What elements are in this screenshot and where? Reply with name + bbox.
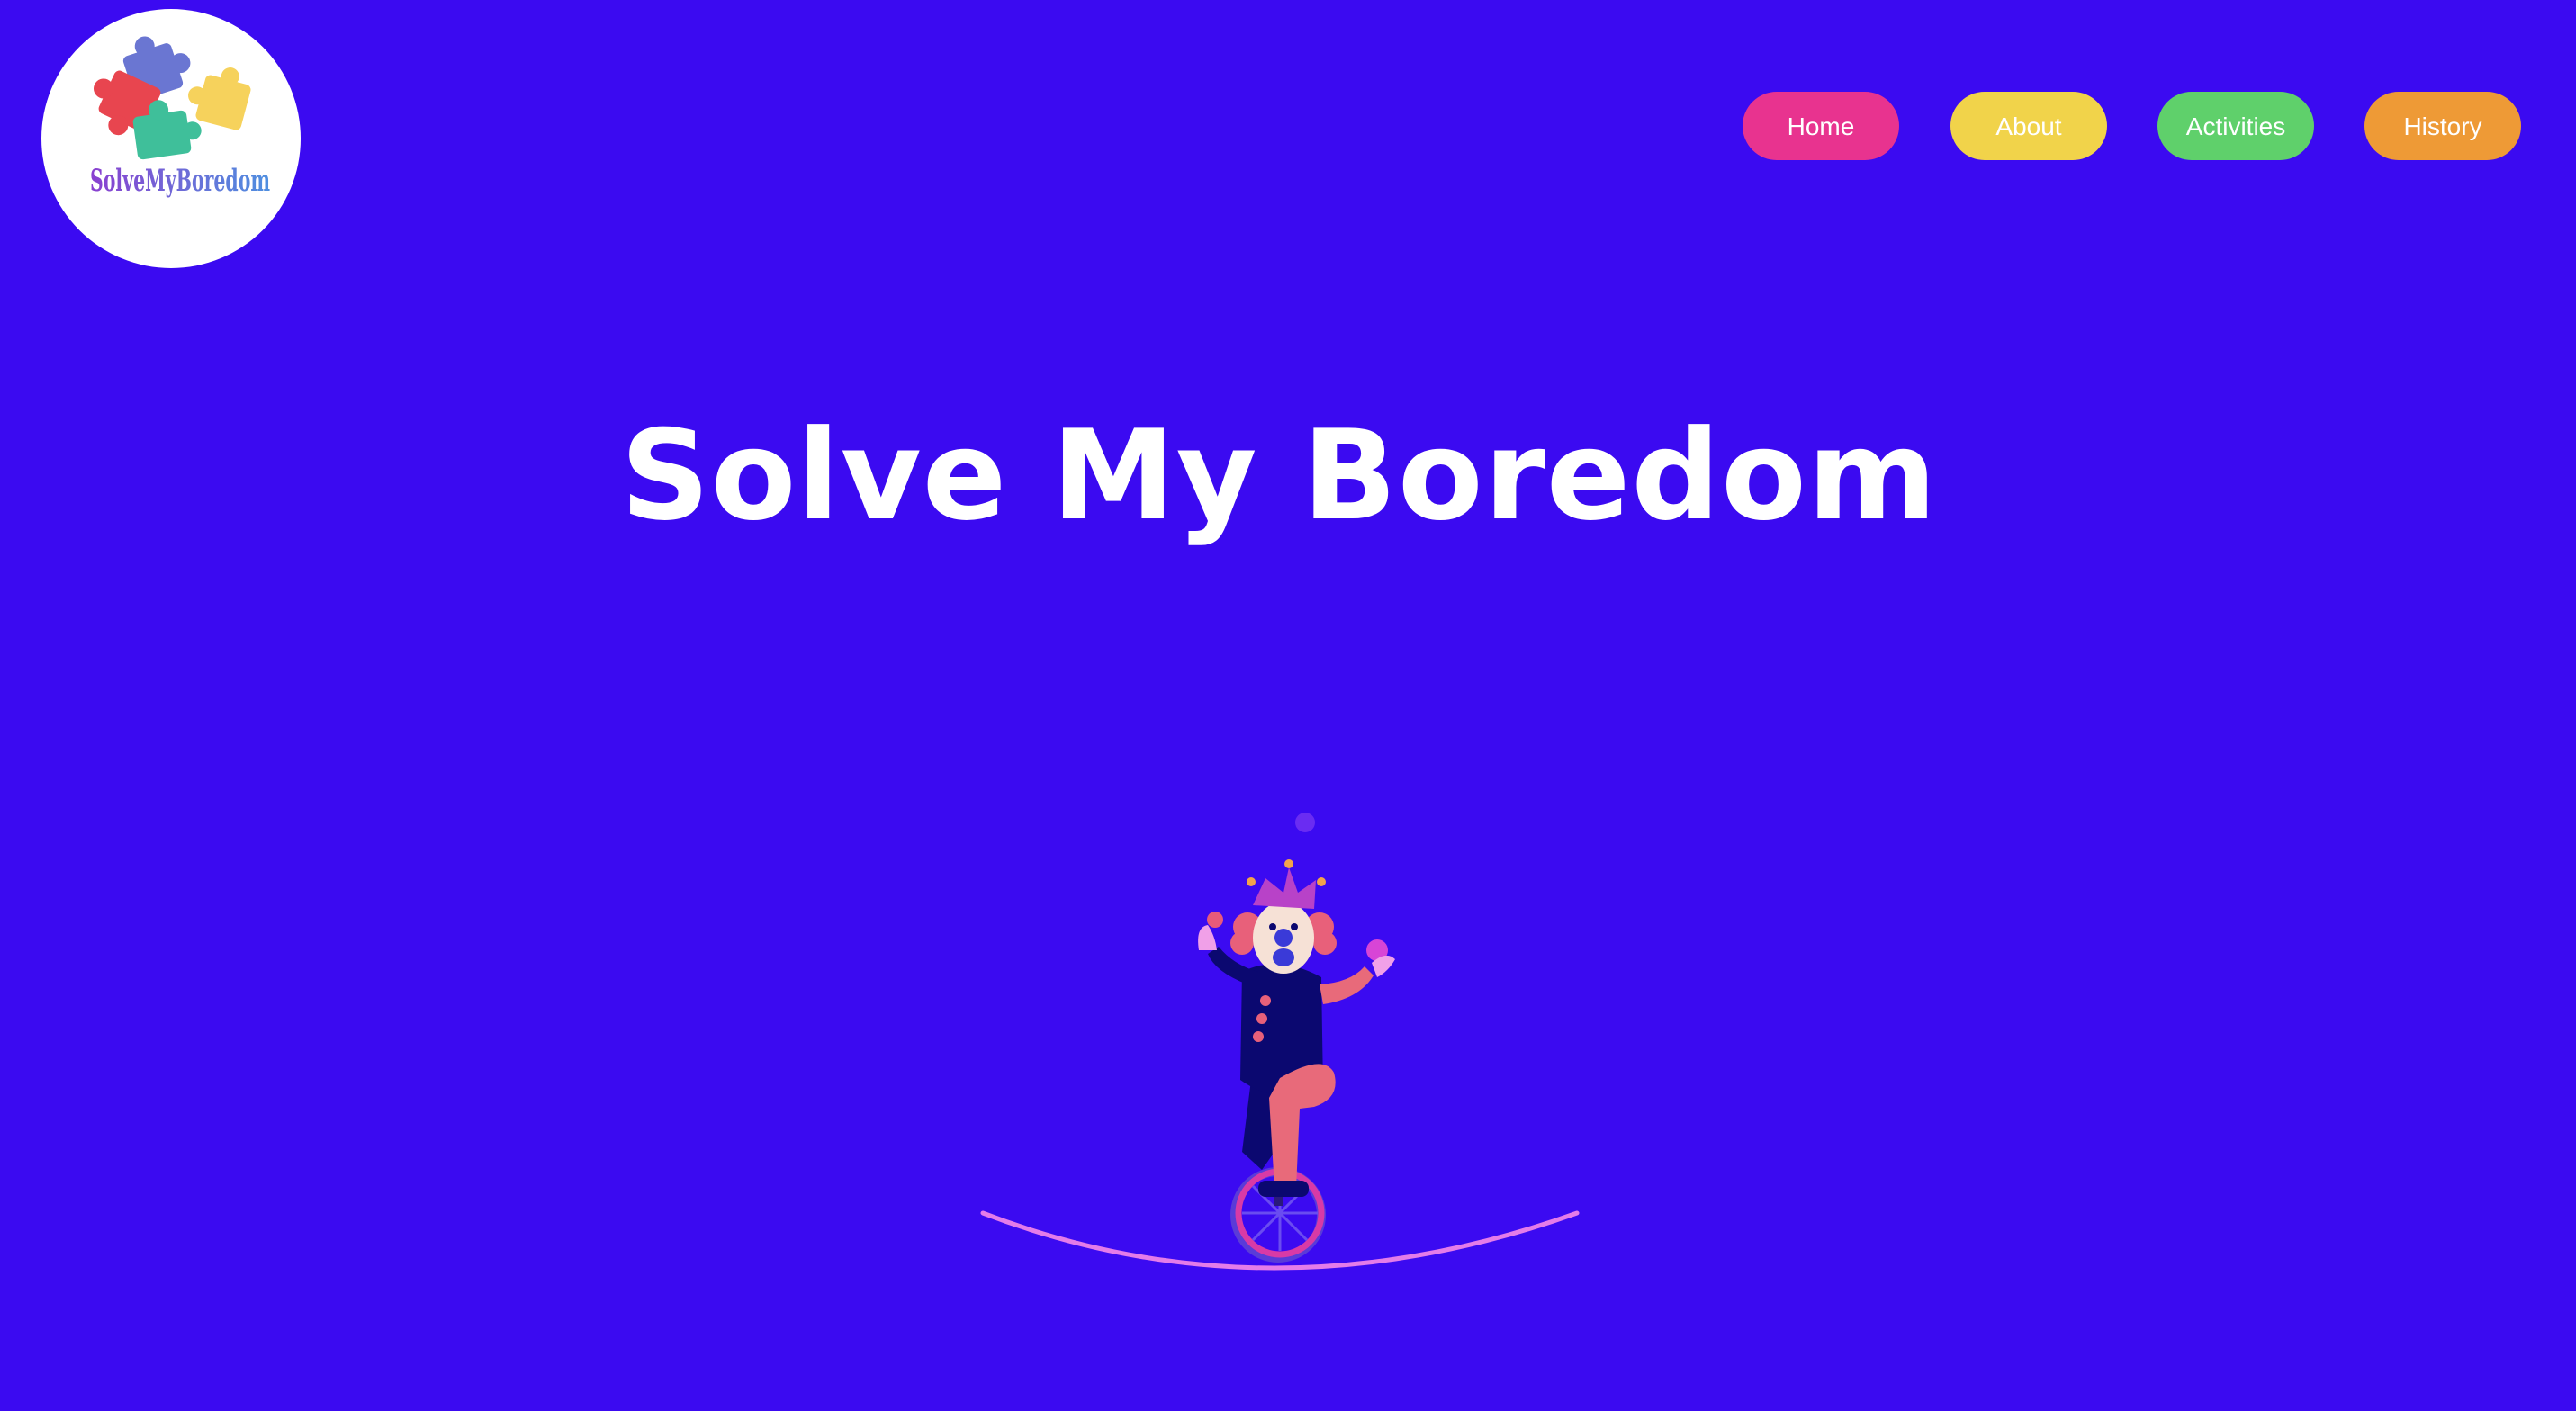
main-nav: Home About Activities History bbox=[0, 92, 2576, 160]
ball-icon bbox=[1295, 813, 1315, 832]
nav-home-button[interactable]: Home bbox=[1743, 92, 1899, 160]
unicycle-clown-illustration bbox=[972, 792, 1584, 1278]
nav-activities-button[interactable]: Activities bbox=[2157, 92, 2314, 160]
logo-text: SolveMyBoredom bbox=[90, 163, 270, 199]
page-title: Solve My Boredom bbox=[620, 403, 1938, 548]
nav-about-button[interactable]: About bbox=[1950, 92, 2107, 160]
ball-icon bbox=[1207, 912, 1223, 928]
unicycle-clown-icon bbox=[980, 813, 1580, 1271]
nav-history-button[interactable]: History bbox=[2364, 92, 2521, 160]
